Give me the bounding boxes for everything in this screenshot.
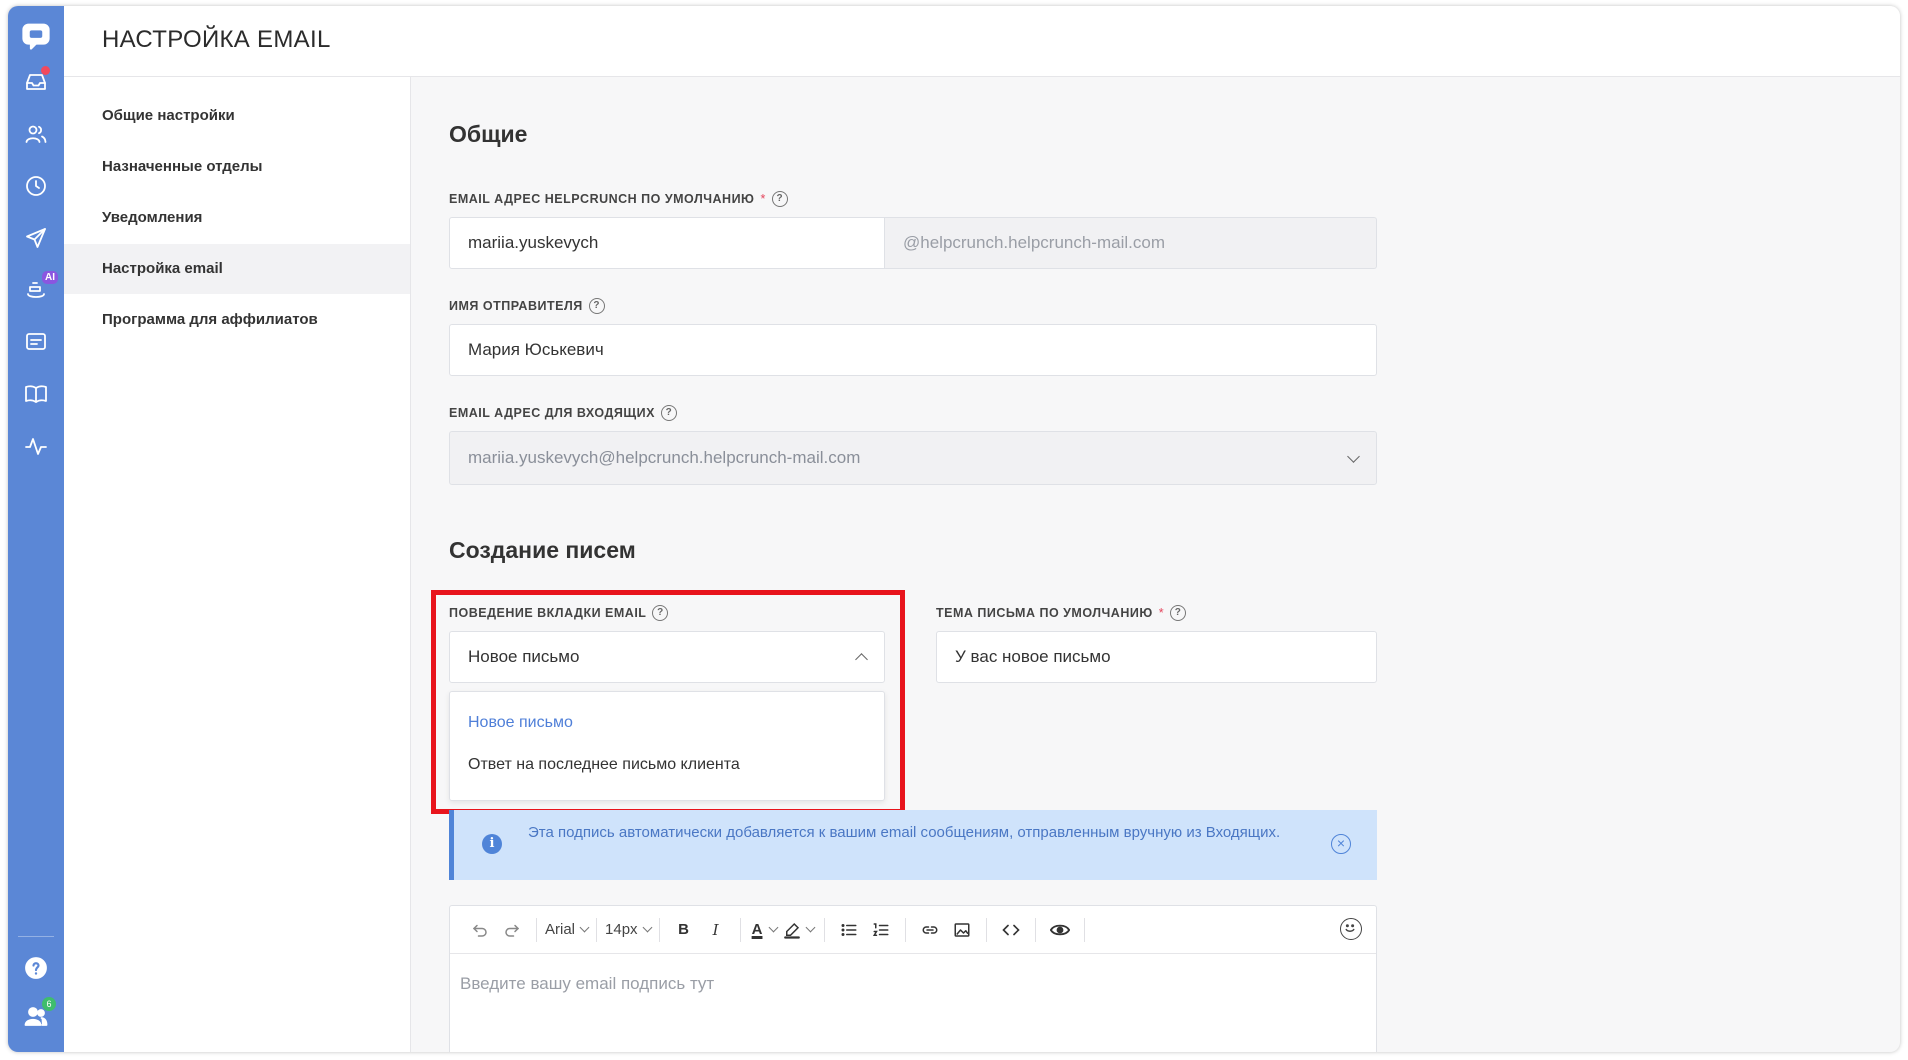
subject-label: ТЕМА ПИСЬМА ПО УМОЛЧАНИЮ * ? xyxy=(936,605,1187,621)
inbox-icon[interactable] xyxy=(20,66,52,98)
chat-logo-icon[interactable] xyxy=(20,20,52,52)
app-rail: AI 6 xyxy=(8,6,64,1052)
toolbar-divider xyxy=(739,917,741,942)
behavior-dropdown: Новое письмо Ответ на последнее письмо к… xyxy=(449,691,885,801)
main-content: Общие EMAIL АДРЕС HELPCRUNCH ПО УМОЛЧАНИ… xyxy=(411,77,1900,1052)
ai-badge: AI xyxy=(42,271,58,284)
toolbar-divider xyxy=(658,917,660,942)
font-family-value: Arial xyxy=(545,921,576,938)
behavior-label: ПОВЕДЕНИЕ ВКЛАДКИ EMAIL ? xyxy=(449,605,669,621)
chevron-up-icon xyxy=(855,653,868,666)
team-icon[interactable]: 6 xyxy=(20,997,56,1032)
toolbar-divider xyxy=(1034,917,1036,942)
sender-name-label: ИМЯ ОТПРАВИТЕЛЯ ? xyxy=(449,298,605,314)
preview-eye-icon[interactable] xyxy=(1046,914,1074,946)
default-email-domain: @helpcrunch.helpcrunch-mail.com xyxy=(885,217,1377,269)
help-icon[interactable]: ? xyxy=(588,298,605,314)
toolbar-divider xyxy=(985,917,987,942)
numbered-list-icon[interactable] xyxy=(867,914,895,946)
team-badge: 6 xyxy=(42,997,56,1011)
incoming-email-label-text: EMAIL АДРЕС ДЛЯ ВХОДЯЩИХ xyxy=(449,406,655,420)
link-icon[interactable] xyxy=(916,914,944,946)
subject-input[interactable]: У вас новое письмо xyxy=(936,631,1377,683)
behavior-option-reply[interactable]: Ответ на последнее письмо клиента xyxy=(468,756,740,774)
help-icon[interactable]: ? xyxy=(771,191,788,207)
section-heading-compose: Создание писем xyxy=(449,537,636,563)
toolbar-divider xyxy=(1083,917,1085,942)
font-family-select[interactable]: Arial xyxy=(545,921,590,938)
chevron-down-icon xyxy=(579,922,590,933)
info-text: Эта подпись автоматически добавляется к … xyxy=(528,824,1281,841)
subject-label-text: ТЕМА ПИСЬМА ПО УМОЛЧАНИЮ xyxy=(936,606,1153,620)
help-icon[interactable]: ? xyxy=(1170,605,1187,621)
highlight-color-icon[interactable] xyxy=(783,914,815,946)
behavior-label-text: ПОВЕДЕНИЕ ВКЛАДКИ EMAIL xyxy=(449,606,647,620)
sidebar-item-departments[interactable]: Назначенные отделы xyxy=(64,142,410,192)
section-heading-general: Общие xyxy=(449,121,528,147)
incoming-email-label: EMAIL АДРЕС ДЛЯ ВХОДЯЩИХ ? xyxy=(449,405,677,421)
image-icon[interactable] xyxy=(948,914,976,946)
incoming-email-select[interactable]: mariia.yuskevych@helpcrunch.helpcrunch-m… xyxy=(449,431,1377,485)
incoming-email-value: mariia.yuskevych@helpcrunch.helpcrunch-m… xyxy=(468,448,861,467)
text-color-glyph: A xyxy=(751,921,763,938)
sidebar-item-affiliates[interactable]: Программа для аффилиатов xyxy=(64,295,410,345)
history-icon[interactable] xyxy=(20,170,52,202)
page-header: НАСТРОЙКА EMAIL xyxy=(64,6,1900,77)
sidebar-item-notifications[interactable]: Уведомления xyxy=(64,193,410,243)
info-icon: i xyxy=(482,834,502,854)
toolbar-divider xyxy=(596,917,598,942)
signature-placeholder[interactable]: Введите вашу email подпись тут xyxy=(460,974,714,994)
font-size-value: 14px xyxy=(605,921,638,938)
app-window: AI 6 НАСТРОЙКА EMAIL Общие настройки Наз… xyxy=(8,6,1900,1052)
default-email-label-text: EMAIL АДРЕС HELPCRUNCH ПО УМОЛЧАНИЮ xyxy=(449,192,755,206)
behavior-option-new[interactable]: Новое письмо xyxy=(468,714,573,732)
chevron-down-icon xyxy=(805,922,815,933)
bold-icon[interactable]: B xyxy=(670,914,698,946)
required-mark: * xyxy=(1158,606,1165,620)
sender-name-input[interactable]: Мария Юськевич xyxy=(449,324,1377,376)
close-icon[interactable]: × xyxy=(1331,834,1351,854)
activity-icon[interactable] xyxy=(20,430,52,462)
rail-divider xyxy=(18,936,54,937)
sidebar-item-email-settings[interactable]: Настройка email xyxy=(64,244,410,294)
text-color-icon[interactable]: A xyxy=(751,914,779,946)
code-icon[interactable] xyxy=(997,914,1025,946)
font-size-select[interactable]: 14px xyxy=(605,921,652,938)
italic-icon[interactable]: I xyxy=(702,914,730,946)
default-email-label: EMAIL АДРЕС HELPCRUNCH ПО УМОЛЧАНИЮ * ? xyxy=(449,191,788,207)
signature-editor: Arial 14px B I A Введите вашу email подп… xyxy=(449,905,1377,1052)
behavior-select[interactable]: Новое письмо xyxy=(449,631,885,683)
knowledge-base-icon[interactable] xyxy=(20,378,52,410)
default-email-input[interactable]: mariia.yuskevych xyxy=(449,217,885,269)
contacts-icon[interactable] xyxy=(20,118,52,150)
toolbar-divider xyxy=(904,917,906,942)
chevron-down-icon xyxy=(642,922,652,933)
toolbar-divider xyxy=(823,917,825,942)
undo-icon[interactable] xyxy=(466,914,494,946)
chevron-down-icon xyxy=(769,922,779,933)
required-mark: * xyxy=(760,192,766,206)
help-icon[interactable] xyxy=(20,952,52,984)
widget-icon[interactable] xyxy=(20,326,52,358)
toolbar-divider xyxy=(536,917,537,942)
chevron-down-icon xyxy=(1347,450,1360,463)
redo-icon[interactable] xyxy=(498,914,526,946)
send-icon[interactable] xyxy=(20,222,52,254)
sidebar-item-general[interactable]: Общие настройки xyxy=(64,91,410,141)
behavior-selected-value: Новое письмо xyxy=(468,647,580,666)
sender-name-label-text: ИМЯ ОТПРАВИТЕЛЯ xyxy=(449,299,583,313)
settings-sidebar: Общие настройки Назначенные отделы Уведо… xyxy=(64,77,411,1052)
signature-info-banner: i Эта подпись автоматически добавляется … xyxy=(449,810,1377,880)
page-title: НАСТРОЙКА EMAIL xyxy=(102,26,331,53)
unread-dot xyxy=(41,66,50,75)
emoji-icon[interactable] xyxy=(1340,918,1362,940)
ai-bot-icon[interactable]: AI xyxy=(20,271,58,306)
help-icon[interactable]: ? xyxy=(652,605,669,621)
editor-toolbar: Arial 14px B I A xyxy=(450,906,1376,954)
help-icon[interactable]: ? xyxy=(660,405,677,421)
bullet-list-icon[interactable] xyxy=(835,914,863,946)
